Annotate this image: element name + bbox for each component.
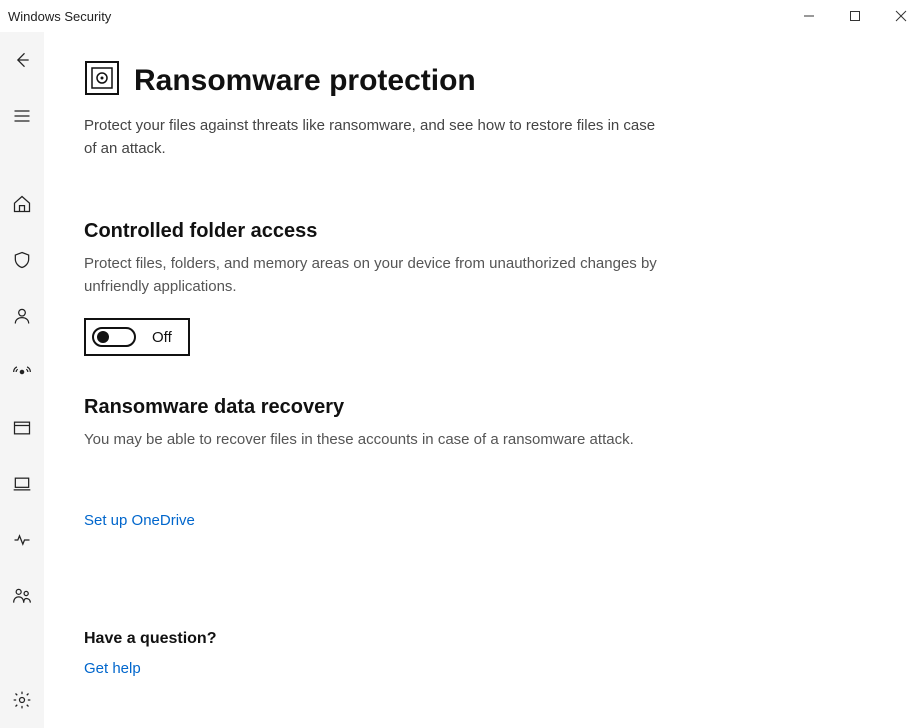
home-icon[interactable]: [0, 186, 44, 222]
data-recovery-heading: Ransomware data recovery: [84, 396, 684, 419]
device-security-icon[interactable]: [0, 466, 44, 502]
menu-button[interactable]: [0, 98, 44, 134]
shield-icon[interactable]: [0, 242, 44, 278]
maximize-button[interactable]: [832, 0, 878, 32]
firewall-icon[interactable]: [0, 354, 44, 390]
toggle-track: [92, 327, 136, 347]
get-help-link[interactable]: Get help: [84, 660, 141, 677]
data-recovery-section: Ransomware data recovery You may be able…: [84, 396, 684, 530]
titlebar: Windows Security: [0, 0, 924, 32]
toggle-thumb: [97, 331, 109, 343]
settings-icon[interactable]: [0, 682, 44, 718]
help-section: Have a question? Get help: [84, 630, 884, 678]
data-recovery-description: You may be able to recover files in thes…: [84, 429, 684, 452]
family-icon[interactable]: [0, 578, 44, 614]
close-button[interactable]: [878, 0, 924, 32]
account-icon[interactable]: [0, 298, 44, 334]
toggle-state-label: Off: [152, 329, 172, 346]
controlled-folder-section: Controlled folder access Protect files, …: [84, 220, 684, 356]
sidebar: [0, 32, 44, 728]
controlled-folder-toggle[interactable]: Off: [84, 318, 190, 356]
controlled-folder-description: Protect files, folders, and memory areas…: [84, 253, 684, 298]
window-title: Windows Security: [8, 9, 111, 24]
setup-onedrive-link[interactable]: Set up OneDrive: [84, 512, 195, 529]
ransomware-icon: [84, 60, 120, 101]
app-browser-icon[interactable]: [0, 410, 44, 446]
controlled-folder-heading: Controlled folder access: [84, 220, 684, 243]
page-subtitle: Protect your files against threats like …: [84, 115, 664, 160]
page-title: Ransomware protection: [134, 64, 476, 98]
back-button[interactable]: [0, 42, 44, 78]
help-heading: Have a question?: [84, 630, 884, 648]
device-performance-icon[interactable]: [0, 522, 44, 558]
minimize-button[interactable]: [786, 0, 832, 32]
content-area: Ransomware protection Protect your files…: [44, 32, 924, 728]
